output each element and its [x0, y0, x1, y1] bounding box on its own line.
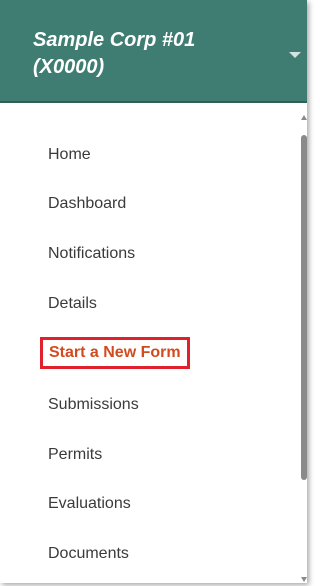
sidebar-item-details[interactable]: Details	[48, 294, 97, 314]
scroll-up-arrow-icon[interactable]	[301, 115, 307, 120]
chevron-down-icon[interactable]	[289, 52, 301, 58]
sidebar-item-start-a-new-form[interactable]: Start a New Form	[40, 337, 190, 369]
sidebar-item-home[interactable]: Home	[48, 145, 91, 165]
sidebar-item-notifications[interactable]: Notifications	[48, 244, 135, 264]
sidebar-item-dashboard[interactable]: Dashboard	[48, 194, 126, 214]
organization-selector[interactable]: Sample Corp #01 (X0000)	[0, 0, 307, 103]
sidebar-item-documents[interactable]: Documents	[48, 544, 129, 564]
organization-name: Sample Corp #01 (X0000)	[33, 29, 196, 78]
scroll-down-arrow-icon[interactable]	[301, 577, 307, 582]
sidebar-item-permits[interactable]: Permits	[48, 445, 102, 465]
sidebar-panel: Sample Corp #01 (X0000) Home Dashboard N…	[0, 0, 307, 583]
sidebar-item-evaluations[interactable]: Evaluations	[48, 494, 131, 514]
scrollbar-thumb[interactable]	[301, 135, 307, 480]
scrollbar[interactable]	[300, 103, 307, 583]
sidebar-item-submissions[interactable]: Submissions	[48, 395, 139, 415]
